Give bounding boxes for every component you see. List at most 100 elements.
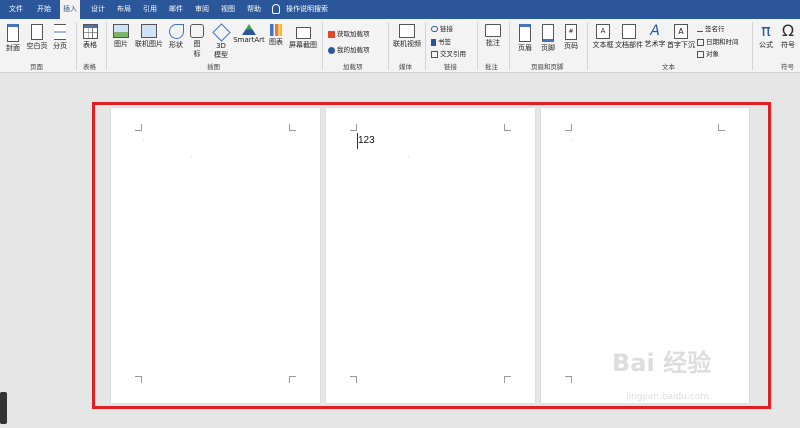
get-addins-button[interactable]: 获取加载项	[328, 28, 370, 38]
tab-references[interactable]: 引用	[140, 0, 160, 19]
comment-icon	[485, 24, 501, 37]
separator	[322, 22, 323, 70]
side-panel-handle[interactable]	[0, 392, 7, 424]
page-break-icon	[54, 24, 66, 40]
online-picture-label: 联机图片	[135, 40, 163, 48]
table-label: 表格	[83, 41, 97, 49]
quickparts-icon	[622, 24, 636, 39]
ribbon-tab-bar: 文件 开始 插入 设计 布局 引用 邮件 审阅 视图 帮助 操作说明搜索	[0, 0, 800, 19]
signature-line-button[interactable]: 签名行	[697, 23, 725, 33]
symbol-label: 符号	[781, 41, 795, 49]
quickparts-button[interactable]: 文档部件	[615, 24, 643, 50]
symbol-button[interactable]: Ω 符号	[778, 22, 798, 50]
page-number-label: 页码	[564, 42, 578, 50]
icons-label-top: 图	[193, 40, 201, 48]
tab-review[interactable]: 审阅	[192, 0, 212, 19]
my-addins-label: 我的加载项	[337, 46, 370, 54]
separator	[425, 22, 426, 70]
watermark-logo: Bai 经验	[612, 349, 712, 377]
header-label: 页眉	[518, 44, 532, 52]
tab-mailings[interactable]: 邮件	[166, 0, 186, 19]
link-icon	[431, 26, 438, 32]
tab-view[interactable]: 视图	[218, 0, 238, 19]
cross-reference-label: 交叉引用	[440, 50, 466, 58]
textbox-button[interactable]: A 文本框	[591, 24, 615, 50]
my-addins-button[interactable]: 我的加载项	[328, 44, 370, 54]
cross-reference-icon	[431, 50, 438, 58]
wordart-icon: A	[650, 23, 660, 39]
equation-button[interactable]: π 公式	[756, 22, 776, 50]
cover-page-button[interactable]: 封面	[4, 24, 22, 53]
blank-page-label: 空白页	[26, 42, 48, 50]
footer-button[interactable]: 页脚	[538, 24, 558, 53]
tab-insert[interactable]: 插入	[60, 0, 80, 19]
tab-home[interactable]: 开始	[34, 0, 54, 19]
shapes-label: 形状	[169, 41, 183, 49]
cube-icon	[211, 23, 231, 42]
tab-design[interactable]: 设计	[88, 0, 108, 19]
header-button[interactable]: 页眉	[515, 24, 535, 53]
quickparts-label: 文档部件	[615, 41, 643, 49]
date-time-button[interactable]: 日期和时间	[697, 36, 739, 46]
bookmark-button[interactable]: 书签	[431, 36, 451, 46]
wordart-button[interactable]: A 艺术字	[643, 24, 667, 49]
chart-icon	[270, 24, 282, 36]
separator	[587, 22, 588, 70]
addins-group-label: 加载项	[343, 63, 363, 71]
smartart-button[interactable]: SmartArt	[233, 24, 265, 44]
equation-label: 公式	[759, 41, 773, 49]
dropcap-button[interactable]: A 首字下沉	[667, 24, 695, 50]
picture-button[interactable]: 图片	[111, 24, 131, 49]
blank-page-button[interactable]: 空白页	[26, 24, 48, 51]
online-picture-button[interactable]: 联机图片	[134, 24, 164, 49]
page-break-button[interactable]: 分页	[51, 24, 69, 51]
cover-page-label: 封面	[6, 44, 20, 52]
footer-label: 页脚	[541, 44, 555, 52]
links-group-label: 链接	[444, 63, 457, 71]
store-icon	[328, 30, 335, 38]
wordart-label: 艺术字	[644, 40, 666, 48]
comments-group-label: 批注	[485, 63, 498, 71]
ribbon-insert: 封面 空白页 分页 页面 表格 表格 图片 联机图片 形状 图 标 3D 模型	[0, 19, 800, 73]
page-break-label: 分页	[53, 42, 67, 50]
tables-group-label: 表格	[83, 63, 96, 71]
3d-label-top: 3D	[216, 42, 226, 50]
screenshot-button[interactable]: 屏幕截图	[288, 24, 318, 50]
addins-icon	[328, 46, 335, 54]
cover-page-icon	[7, 24, 19, 42]
media-group-label: 媒体	[399, 63, 412, 71]
icons-button[interactable]: 图 标	[190, 24, 204, 59]
page-number-button[interactable]: # 页码	[561, 24, 581, 51]
smartart-icon	[242, 24, 256, 35]
icons-label-bottom: 标	[193, 50, 201, 58]
tab-help[interactable]: 帮助	[244, 0, 264, 19]
online-video-button[interactable]: 联机视频	[392, 24, 422, 49]
pages-group-label: 页面	[30, 63, 43, 71]
online-picture-icon	[141, 24, 157, 38]
picture-label: 图片	[114, 40, 128, 48]
cross-reference-button[interactable]: 交叉引用	[431, 48, 466, 58]
chart-button[interactable]: 图表	[267, 24, 285, 47]
shapes-icon	[168, 24, 184, 39]
header-footer-group-label: 页眉和页脚	[531, 63, 564, 71]
separator	[76, 22, 77, 70]
lightbulb-icon	[272, 4, 280, 14]
bookmark-icon	[431, 38, 436, 46]
3d-models-button[interactable]: 3D 模型	[211, 23, 231, 60]
table-button[interactable]: 表格	[81, 24, 99, 50]
comment-button[interactable]: 批注	[482, 24, 504, 48]
shapes-button[interactable]: 形状	[166, 24, 186, 50]
pi-icon: π	[761, 21, 771, 40]
text-group-label: 文本	[662, 63, 675, 71]
video-icon	[399, 24, 415, 38]
tab-file[interactable]: 文件	[6, 0, 26, 19]
page-number-icon: #	[565, 24, 577, 40]
tell-me-search[interactable]: 操作说明搜索	[283, 0, 331, 19]
icons-icon	[190, 24, 204, 38]
tab-layout[interactable]: 布局	[114, 0, 134, 19]
watermark-url: jingyan.baidu.com	[626, 392, 710, 402]
separator	[106, 22, 107, 70]
object-icon	[697, 50, 704, 58]
object-button[interactable]: 对象	[697, 48, 719, 58]
link-button[interactable]: 链接	[431, 23, 453, 33]
